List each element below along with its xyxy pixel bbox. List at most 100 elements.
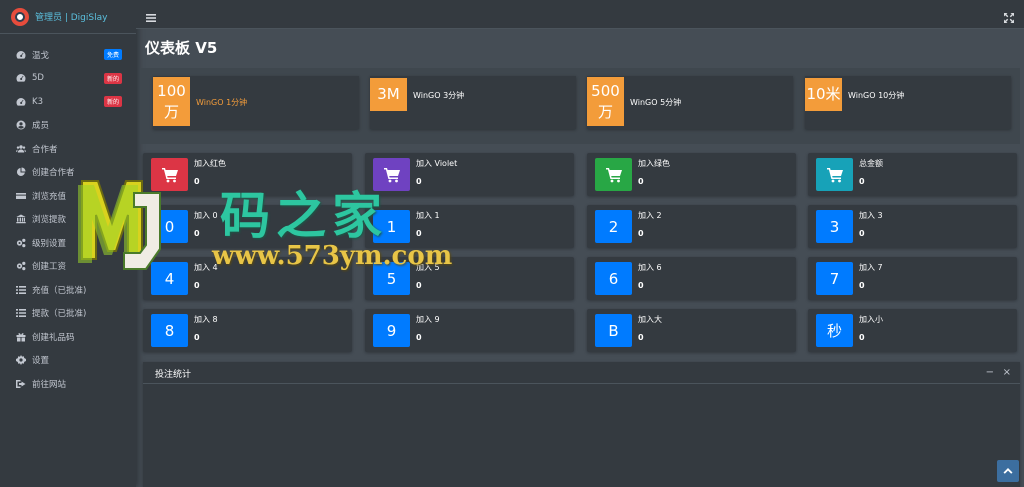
sidebar-item[interactable]: 合作者: [0, 137, 136, 161]
stat-label: 加入 2: [638, 211, 662, 220]
stat-number-box: B: [595, 314, 632, 347]
game-name: WinGO 10分钟: [848, 91, 905, 100]
stat-icon-box: [816, 158, 853, 191]
game-square-bottom: 万: [597, 102, 613, 121]
sidebar-item[interactable]: 充值（已批准): [0, 278, 136, 302]
game-box[interactable]: 500 万 WinGO 5分钟: [587, 76, 793, 129]
watermark-text: 码之家: [220, 186, 388, 245]
stat-box: 9 加入 9 0: [365, 309, 574, 352]
sidebar-item-label: 合作者: [32, 144, 58, 155]
stat-value: 0: [638, 333, 644, 342]
collapse-button[interactable]: −: [986, 367, 994, 378]
sidebar-item-label: 创建礼品码: [32, 332, 75, 343]
fullscreen-expand-icon[interactable]: [1004, 8, 1016, 23]
dashboard-icon: [15, 72, 27, 84]
sidebar-item-label: 浏览充值: [32, 191, 67, 202]
game-square: 3M: [370, 78, 407, 111]
brand-link[interactable]: 管理员 | DigiSlay: [0, 0, 136, 34]
sidebar-item-label: 温戈: [32, 50, 50, 61]
user-circle-icon: [15, 119, 27, 131]
stat-value: 0: [416, 281, 422, 290]
game-square-top: 3M: [377, 85, 400, 103]
stat-number-box: 秒: [816, 314, 853, 347]
stat-label: 加入 1: [416, 211, 440, 220]
stat-label: 加入 9: [416, 315, 440, 324]
stat-value: 0: [416, 177, 422, 186]
game-square: 500 万: [587, 77, 624, 126]
sidebar-item-label: 提款（已批准): [32, 309, 87, 320]
sidebar-item[interactable]: 5D 新的: [0, 67, 136, 91]
game-box[interactable]: 10米 WinGO 10分钟: [805, 76, 1011, 129]
stat-number-box: 3: [816, 210, 853, 243]
game-square-bottom: 万: [163, 102, 179, 121]
stat-label: 加入大: [638, 315, 662, 324]
sidebar-badge: 免费: [103, 49, 122, 61]
stat-number-box: 9: [373, 314, 410, 347]
game-box[interactable]: 3M WinGO 3分钟: [370, 76, 576, 129]
chevron-up-icon: [1003, 468, 1013, 474]
sidebar-item[interactable]: 前往网站: [0, 372, 136, 396]
stat-box: 秒加入小 0: [808, 309, 1017, 352]
stat-value: 0: [638, 177, 644, 186]
stat-label: 加入小: [859, 315, 883, 324]
stat-number-box: 6: [595, 262, 632, 295]
stat-value: 0: [859, 333, 865, 342]
stat-value: 0: [859, 281, 865, 290]
dashboard-icon: [15, 49, 27, 61]
stat-box: 6 加入 6 0: [587, 257, 796, 300]
stat-value: 0: [194, 177, 200, 186]
stat-label: 加入 8: [194, 315, 218, 324]
stat-value: 0: [194, 281, 200, 290]
stat-label: 加入 7: [859, 263, 883, 272]
stat-label: 加入绿色: [638, 159, 670, 168]
stat-label: 加入红色: [194, 159, 226, 168]
stat-box: 8 加入 8 0: [143, 309, 352, 352]
game-square-top: 10米: [806, 85, 841, 103]
credit-card-icon: [15, 190, 27, 202]
sidebar-item[interactable]: 设置: [0, 349, 136, 373]
sidebar-item[interactable]: K3 新的: [0, 90, 136, 114]
stat-value: 0: [859, 177, 865, 186]
stat-box: 2 加入 2 0: [587, 205, 796, 248]
page-title: 仪表板 V5: [145, 39, 218, 57]
stat-number-box: 2: [595, 210, 632, 243]
cogs-icon: [15, 260, 27, 272]
sidebar-item-label: 创建工资: [32, 262, 67, 273]
scroll-to-top-button[interactable]: [997, 460, 1019, 482]
stat-number-box: 8: [151, 314, 188, 347]
list-icon: [15, 284, 27, 296]
game-square-top: 100: [157, 81, 186, 100]
stat-label: 加入 3: [859, 211, 883, 220]
top-navbar: [136, 0, 1024, 29]
stat-label: 加入 Violet: [416, 159, 458, 168]
close-button[interactable]: ×: [1003, 367, 1011, 378]
sign-out-icon: [15, 378, 27, 390]
stat-value: 0: [859, 229, 865, 238]
sidebar-badge: 新的: [103, 96, 122, 108]
sidebar-item-label: 成员: [32, 121, 50, 132]
users-icon: [15, 143, 27, 155]
game-box[interactable]: 100 万 WinGO 1分钟: [153, 76, 359, 129]
sidebar-item[interactable]: 成员: [0, 114, 136, 138]
sidebar-item-label: 浏览提款: [32, 215, 67, 226]
game-name: WinGO 5分钟: [630, 98, 682, 107]
stat-value: 0: [638, 281, 644, 290]
list-icon: [15, 307, 27, 319]
sidebar-item-label: 创建合作者: [32, 168, 75, 179]
stat-box: 加入 Violet 0: [365, 153, 574, 196]
gear-icon: [15, 354, 27, 366]
hamburger-menu-icon[interactable]: [146, 8, 158, 22]
stat-value: 0: [416, 333, 422, 342]
sidebar-item[interactable]: 提款（已批准): [0, 302, 136, 326]
stat-box: 总金额 0: [808, 153, 1017, 196]
sidebar-item-label: 设置: [32, 356, 50, 367]
sidebar-item[interactable]: 温戈 免费: [0, 43, 136, 67]
stat-box: 7 加入 7 0: [808, 257, 1017, 300]
sidebar-item[interactable]: 创建礼品码: [0, 325, 136, 349]
game-name: WinGO 3分钟: [413, 91, 465, 100]
brand-title: 管理员 | DigiSlay: [35, 13, 108, 23]
game-square-top: 500: [591, 81, 620, 100]
bank-icon: [15, 213, 27, 225]
stat-number-box: 7: [816, 262, 853, 295]
gift-icon: [15, 331, 27, 343]
